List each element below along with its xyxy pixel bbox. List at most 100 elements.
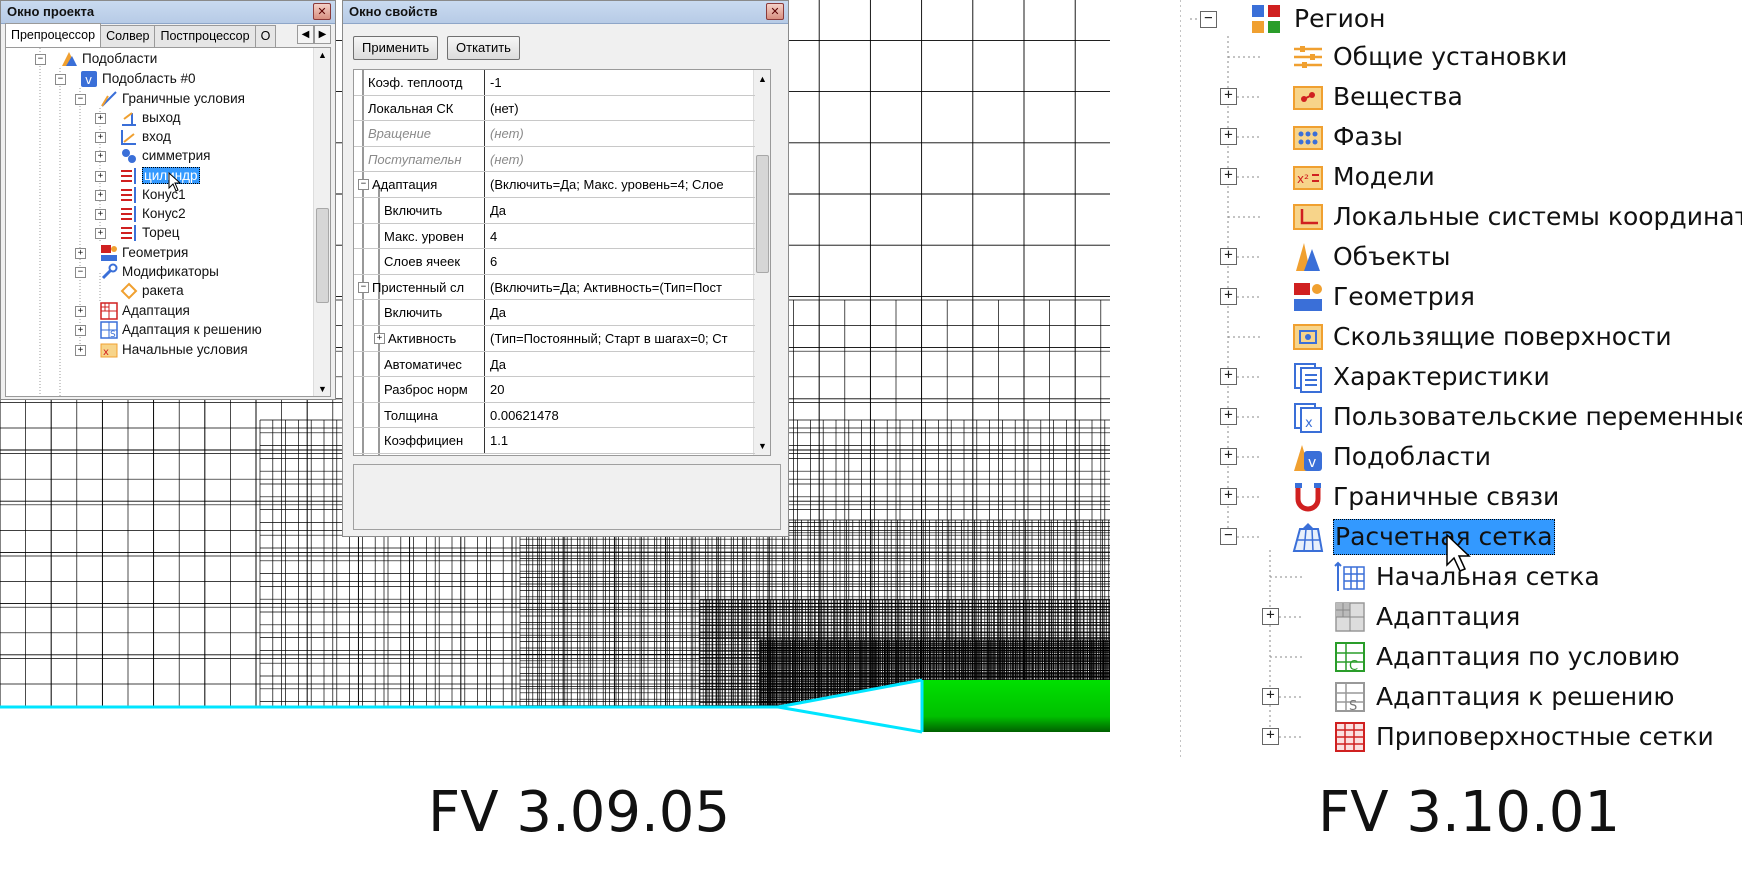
expand-icon[interactable]: + — [1220, 448, 1237, 465]
property-value[interactable]: (нет) — [490, 147, 754, 172]
expand-icon[interactable]: + — [1262, 728, 1279, 745]
expand-icon[interactable]: + — [95, 132, 106, 143]
property-value[interactable]: 1.1 — [490, 428, 754, 453]
tree-item-substances[interactable]: Вещества — [1333, 79, 1463, 115]
property-value[interactable]: 4 — [490, 224, 754, 249]
tab-postprocessor[interactable]: Постпроцессор — [154, 25, 256, 47]
expand-icon[interactable]: + — [1262, 688, 1279, 705]
tree-item-cylinder[interactable]: цилиндр — [120, 165, 200, 186]
expand-icon[interactable]: + — [1262, 608, 1279, 625]
tree-item-initial-conditions[interactable]: x Начальные условия — [100, 339, 248, 360]
apply-button[interactable]: Применить — [353, 36, 439, 60]
property-row[interactable]: Пристенный сл (Включить=Да; Активность=(Т… — [354, 274, 755, 301]
property-value[interactable]: (нет) — [490, 121, 754, 146]
property-row[interactable]: Включить Да — [354, 198, 755, 224]
tab-preprocessor[interactable]: Препроцессор — [5, 23, 102, 47]
tree-item-adaptation[interactable]: Адаптация — [100, 300, 190, 321]
property-row[interactable]: Адаптация (Включить=Да; Макс. уровень=4; … — [354, 172, 755, 198]
tree-item-local-coordinate-systems[interactable]: Локальные системы координат — [1333, 199, 1742, 235]
expand-icon[interactable]: + — [75, 325, 86, 336]
expand-icon[interactable]: + — [95, 190, 106, 201]
tree-item-conditional-adaptation[interactable]: Адаптация по условию — [1376, 639, 1680, 675]
tree-item-cone1[interactable]: Конус1 — [120, 184, 186, 205]
tree-item-models[interactable]: Модели — [1333, 159, 1435, 195]
property-value[interactable]: (Тип=Постоянный; Старт в шагах=0; Ст — [490, 326, 754, 351]
expand-icon[interactable]: + — [1220, 88, 1237, 105]
property-row[interactable]: Включить Да — [354, 300, 755, 326]
property-row[interactable]: Локальная СК (нет) — [354, 95, 755, 122]
expand-icon[interactable]: + — [75, 306, 86, 317]
scroll-up-icon[interactable]: ▲ — [758, 74, 767, 84]
tree-item-phases[interactable]: Фазы — [1333, 119, 1403, 155]
tree-item-inlet[interactable]: вход — [120, 126, 171, 147]
collapse-icon[interactable]: − — [75, 267, 86, 278]
expand-icon[interactable]: + — [1220, 288, 1237, 305]
tree-item-symmetry[interactable]: симметрия — [120, 145, 210, 166]
property-value[interactable]: Да — [490, 300, 754, 325]
tree-item-boundary-links[interactable]: Граничные связи — [1333, 479, 1559, 515]
expand-icon[interactable]: + — [1220, 408, 1237, 425]
property-value[interactable]: 0.00621478 — [490, 403, 754, 428]
expand-icon[interactable]: + — [95, 151, 106, 162]
tree-item-objects[interactable]: Объекты — [1333, 239, 1451, 275]
collapse-icon[interactable]: − — [55, 74, 66, 85]
tree-item-general-settings[interactable]: Общие установки — [1333, 39, 1567, 75]
rollback-button[interactable]: Откатить — [447, 36, 520, 60]
close-icon[interactable]: ✕ — [766, 3, 784, 20]
expand-icon[interactable]: + — [1220, 128, 1237, 145]
scroll-down-icon[interactable]: ▼ — [318, 384, 327, 394]
property-value[interactable]: Да — [490, 198, 754, 223]
property-value[interactable]: (Включить=Да; Макс. уровень=4; Слое — [490, 172, 754, 197]
tree-item-subdomain-0[interactable]: v Подобласть #0 — [80, 68, 196, 89]
expand-icon[interactable]: + — [75, 248, 86, 259]
property-row[interactable]: Вращение (нет) — [354, 121, 755, 147]
tree-item-subdomains[interactable]: Подобласти — [1333, 439, 1491, 475]
tree-item-computational-mesh[interactable]: Расчетная сетка — [1333, 519, 1555, 555]
close-icon[interactable]: ✕ — [313, 3, 331, 20]
expand-icon[interactable]: + — [1220, 168, 1237, 185]
property-row[interactable]: Толщина 0.00621478 — [354, 402, 755, 429]
expand-icon[interactable]: + — [95, 113, 106, 124]
tree-item-geometry[interactable]: Геометрия — [100, 242, 188, 263]
expand-icon[interactable]: + — [75, 345, 86, 356]
property-row[interactable]: Разброс норм 20 — [354, 377, 755, 403]
tree-item-characteristics[interactable]: Характеристики — [1333, 359, 1550, 395]
tab-right-icon[interactable]: ▶ — [314, 25, 331, 44]
collapse-icon[interactable]: − — [358, 179, 369, 191]
expand-icon[interactable]: + — [95, 209, 106, 220]
expand-icon[interactable]: + — [374, 333, 385, 344]
property-row[interactable]: Активность (Тип=Постоянный; Старт в шагах… — [354, 326, 755, 352]
property-row[interactable]: Автоматичес Да — [354, 351, 755, 378]
tab-solver[interactable]: Солвер — [100, 25, 156, 47]
tree-item-outlet[interactable]: выход — [120, 107, 181, 128]
property-value[interactable]: 20 — [490, 377, 754, 402]
tree-item-subdomains[interactable]: Подобласти — [60, 48, 157, 69]
expand-icon[interactable]: + — [1220, 488, 1237, 505]
tree-item-solution-adaptation[interactable]: Адаптация к решению — [1376, 679, 1674, 715]
tree-scrollbar[interactable]: ▲ ▼ — [313, 48, 330, 396]
property-value[interactable]: Да — [490, 352, 754, 377]
tree-item-end[interactable]: Торец — [120, 222, 179, 243]
tree-item-geometry[interactable]: Геометрия — [1333, 279, 1475, 315]
scroll-thumb[interactable] — [316, 208, 329, 303]
tree-item-initial-mesh[interactable]: Начальная сетка — [1376, 559, 1600, 595]
tree-item-boundary-conditions[interactable]: Граничные условия — [100, 88, 245, 109]
expand-icon[interactable]: + — [95, 228, 106, 239]
tree-item-adaptation[interactable]: Адаптация — [1376, 599, 1520, 635]
property-row[interactable]: Слоев ячеек 6 — [354, 249, 755, 275]
tree-item-cone2[interactable]: Конус2 — [120, 203, 186, 224]
collapse-icon[interactable]: − — [358, 281, 369, 293]
tree-item-region[interactable]: Регион — [1294, 1, 1385, 37]
property-row[interactable]: Поступательн (нет) — [354, 146, 755, 173]
scroll-down-icon[interactable]: ▼ — [758, 441, 767, 451]
tree-item-solution-adaptation[interactable]: S Адаптация к решению — [100, 319, 262, 340]
property-row[interactable]: Макс. уровен 4 — [354, 223, 755, 250]
collapse-icon[interactable]: − — [1220, 528, 1237, 545]
collapse-icon[interactable]: − — [75, 94, 86, 105]
tab-other[interactable]: О — [254, 25, 277, 47]
property-row[interactable]: Коэффициен 1.1 — [354, 428, 755, 454]
property-value[interactable]: 6 — [490, 249, 754, 274]
scroll-up-icon[interactable]: ▲ — [318, 50, 327, 60]
tree-item-modifiers[interactable]: Модификаторы — [100, 261, 219, 282]
expand-icon[interactable]: + — [1220, 368, 1237, 385]
